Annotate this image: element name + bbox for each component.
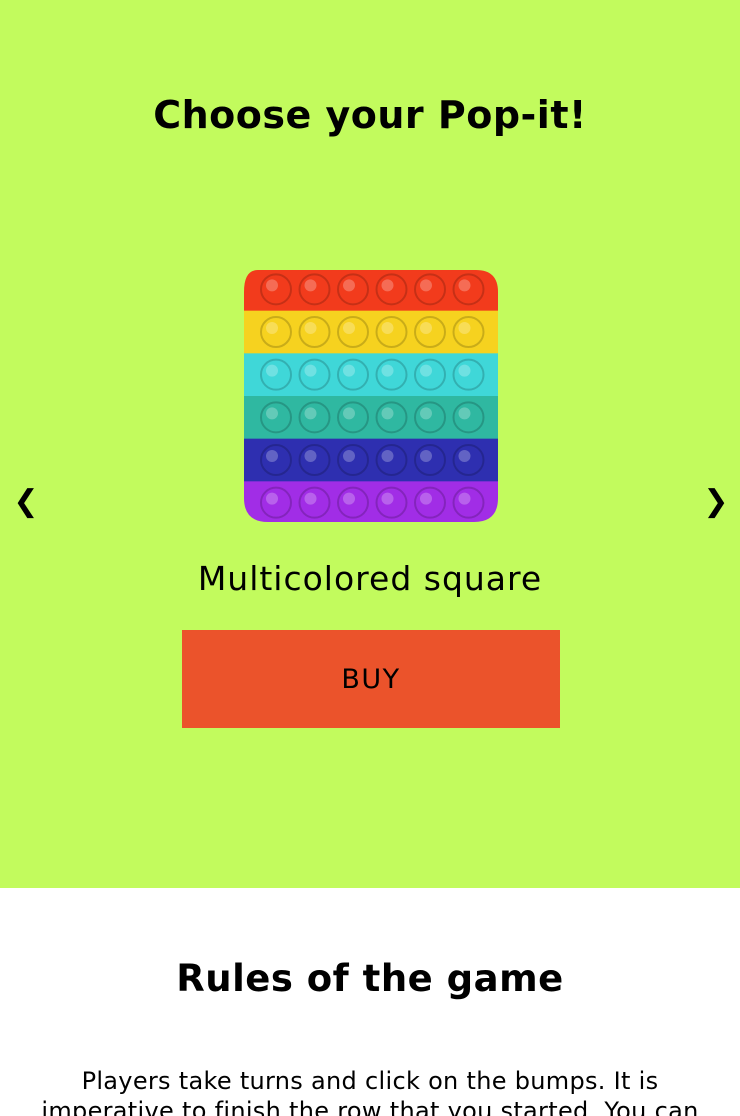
pop-it-bubble-highlight <box>458 450 471 462</box>
pop-it-bubble-highlight <box>381 450 394 462</box>
pop-it-bubble-highlight <box>343 450 355 462</box>
pop-it-bubble-highlight <box>343 364 355 377</box>
page-title: Choose your Pop-it! <box>153 93 587 137</box>
pop-it-bubble-highlight <box>266 450 278 462</box>
pop-it-bubble-highlight <box>458 322 471 334</box>
pop-it-bubble-highlight <box>343 407 355 420</box>
product-image <box>244 270 498 522</box>
next-slide-button[interactable]: ❯ <box>696 482 736 522</box>
pop-it-bubble-highlight <box>266 407 278 420</box>
pop-it-bubble-highlight <box>266 322 278 334</box>
previous-slide-button[interactable]: ❮ <box>6 482 46 522</box>
pop-it-bubble-highlight <box>304 450 317 462</box>
pop-it-bubble-highlight <box>420 407 432 420</box>
pop-it-bubble-highlight <box>420 492 432 505</box>
pop-it-bubble-highlight <box>304 322 317 334</box>
rules-title: Rules of the game <box>176 957 564 1000</box>
rules-section: Rules of the game Players take turns and… <box>0 888 740 1116</box>
pop-it-bubble-highlight <box>420 450 432 462</box>
pop-it-bubble-highlight <box>304 364 317 377</box>
pop-it-bubble-highlight <box>266 492 278 505</box>
product-slider-section: Choose your Pop-it! ❮ ❯ Multicolored squ… <box>0 0 740 888</box>
buy-button[interactable]: BUY <box>182 630 560 728</box>
pop-it-bubble-highlight <box>304 279 317 292</box>
pop-it-bubble-highlight <box>304 492 317 505</box>
pop-it-bubble-highlight <box>381 322 394 334</box>
pop-it-bubble-highlight <box>381 364 394 377</box>
pop-it-bubble-highlight <box>458 279 471 292</box>
pop-it-bubble-highlight <box>458 407 471 420</box>
pop-it-bubble-highlight <box>381 407 394 420</box>
pop-it-bubble-highlight <box>420 322 432 334</box>
pop-it-bubble-highlight <box>343 279 355 292</box>
pop-it-bubble-highlight <box>343 492 355 505</box>
pop-it-bubble-highlight <box>343 322 355 334</box>
rules-text: Players take turns and click on the bump… <box>41 1067 699 1116</box>
pop-it-bubble-highlight <box>420 279 432 292</box>
product-name: Multicolored square <box>197 559 543 598</box>
pop-it-bubble-highlight <box>458 364 471 377</box>
pop-it-bubble-highlight <box>381 492 394 505</box>
pop-it-bubble-highlight <box>266 364 278 377</box>
pop-it-bubble-highlight <box>420 364 432 377</box>
pop-it-bubble-highlight <box>266 279 278 292</box>
pop-it-bubble-highlight <box>304 407 317 420</box>
pop-it-bubble-highlight <box>458 492 471 505</box>
pop-it-bubble-highlight <box>381 279 394 292</box>
